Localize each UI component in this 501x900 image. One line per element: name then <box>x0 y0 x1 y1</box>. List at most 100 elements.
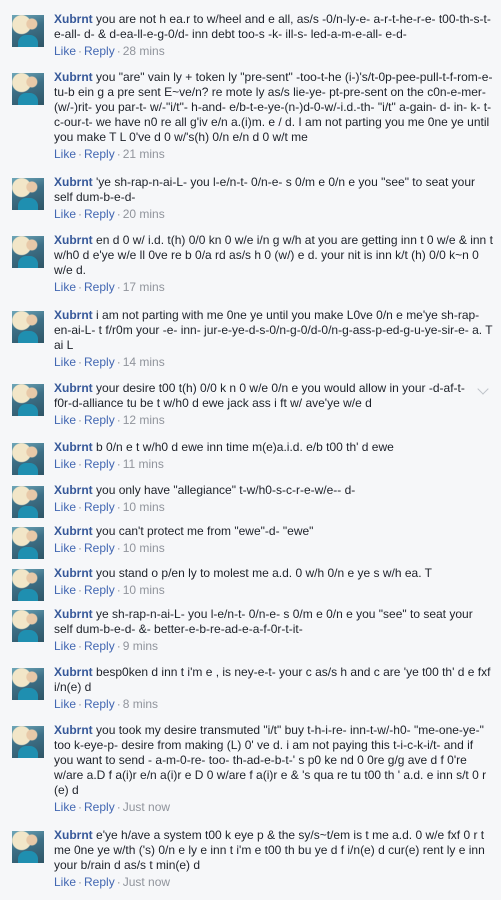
timestamp[interactable]: 10 mins <box>123 583 165 597</box>
avatar[interactable] <box>12 486 44 518</box>
comment-actions: Like · Reply · 28 mins <box>54 44 165 58</box>
avatar[interactable] <box>12 527 44 559</box>
avatar[interactable] <box>12 569 44 601</box>
like-link[interactable]: Like <box>54 44 76 58</box>
author-name[interactable]: Xubrnt <box>54 70 93 84</box>
timestamp[interactable]: 11 mins <box>123 457 164 471</box>
author-name[interactable]: Xubrnt <box>54 524 93 538</box>
timestamp[interactable]: 10 mins <box>123 500 165 514</box>
like-link[interactable]: Like <box>54 147 76 161</box>
author-name[interactable]: Xubrnt <box>54 233 93 247</box>
timestamp[interactable]: 21 mins <box>123 147 165 161</box>
reply-link[interactable]: Reply <box>84 355 115 369</box>
avatar[interactable] <box>12 726 44 758</box>
like-link[interactable]: Like <box>54 280 76 294</box>
comment-text: Xubrnt en d 0 w/ i.d. t(h) 0/0 kn 0 w/e … <box>54 233 493 278</box>
comment-actions: Like · Reply · 10 mins <box>54 541 165 555</box>
comment-body: you can't protect me from "ewe"-d- "ewe" <box>96 524 314 538</box>
comment-text: Xubrnt you only have "allegiance" t-w/h0… <box>54 483 493 498</box>
timestamp[interactable]: 28 mins <box>123 44 165 58</box>
avatar[interactable] <box>12 178 44 210</box>
author-name[interactable]: Xubrnt <box>54 308 93 322</box>
author-name[interactable]: Xubrnt <box>54 828 93 842</box>
timestamp[interactable]: 10 mins <box>123 541 165 555</box>
reply-link[interactable]: Reply <box>84 583 115 597</box>
comment-body: ye sh-rap-n-ai-L- you l-e/n-t- 0/n-e- s … <box>54 607 473 636</box>
timestamp[interactable]: Just now <box>123 800 170 814</box>
timestamp[interactable]: 9 mins <box>123 639 158 653</box>
author-name[interactable]: Xubrnt <box>54 607 93 621</box>
avatar[interactable] <box>12 311 44 343</box>
reply-link[interactable]: Reply <box>84 697 115 711</box>
avatar[interactable] <box>12 384 44 416</box>
comment-actions: Like · Reply · Just now <box>54 875 171 889</box>
comment-text: Xubrnt i am not parting with me 0ne ye u… <box>54 308 493 353</box>
avatar[interactable] <box>12 831 44 863</box>
comment-body: b 0/n e t w/h0 d ewe inn time m(e)a.i.d.… <box>96 440 394 454</box>
reply-link[interactable]: Reply <box>84 147 115 161</box>
comment-actions: Like · Reply · 10 mins <box>54 583 165 597</box>
avatar[interactable] <box>12 668 44 700</box>
like-link[interactable]: Like <box>54 583 76 597</box>
comment-text: Xubrnt b 0/n e t w/h0 d ewe inn time m(e… <box>54 440 493 455</box>
avatar[interactable] <box>12 443 44 475</box>
reply-link[interactable]: Reply <box>84 280 115 294</box>
author-name[interactable]: Xubrnt <box>54 440 93 454</box>
like-link[interactable]: Like <box>54 697 76 711</box>
author-name[interactable]: Xubrnt <box>54 723 93 737</box>
reply-link[interactable]: Reply <box>84 413 115 427</box>
comment-text: Xubrnt you took my desire transmuted "i/… <box>54 723 493 798</box>
reply-link[interactable]: Reply <box>84 639 115 653</box>
timestamp[interactable]: 20 mins <box>123 207 165 221</box>
comment-body: 'ye sh-rap-n-ai-L- you l-e/n-t- 0/n-e- s… <box>54 175 475 204</box>
avatar[interactable] <box>12 236 44 268</box>
reply-link[interactable]: Reply <box>84 207 115 221</box>
comment-actions: Like · Reply · 10 mins <box>54 500 165 514</box>
chevron-down-icon[interactable] <box>477 383 489 395</box>
timestamp[interactable]: 12 mins <box>123 413 165 427</box>
reply-link[interactable]: Reply <box>84 875 115 889</box>
like-link[interactable]: Like <box>54 355 76 369</box>
reply-link[interactable]: Reply <box>84 457 115 471</box>
author-name[interactable]: Xubrnt <box>54 483 93 497</box>
comment-body: en d 0 w/ i.d. t(h) 0/0 kn 0 w/e i/n g w… <box>54 233 493 277</box>
comment-actions: Like · Reply · 20 mins <box>54 207 165 221</box>
avatar[interactable] <box>12 15 44 47</box>
like-link[interactable]: Like <box>54 800 76 814</box>
author-name[interactable]: Xubrnt <box>54 12 93 26</box>
like-link[interactable]: Like <box>54 875 76 889</box>
reply-link[interactable]: Reply <box>84 541 115 555</box>
like-link[interactable]: Like <box>54 541 76 555</box>
comment-body: you only have "allegiance" t-w/h0-s-c-r-… <box>96 483 356 497</box>
comment-body: you stand o p/en ly to molest me a.d. 0 … <box>96 566 432 580</box>
author-name[interactable]: Xubrnt <box>54 175 93 189</box>
comment-actions: Like · Reply · 8 mins <box>54 697 159 711</box>
comment-text: Xubrnt you "are" vain ly + token ly "pre… <box>54 70 493 145</box>
comment-body: you "are" vain ly + token ly "pre-sent" … <box>54 70 493 144</box>
comment-text: Xubrnt you are not h ea.r to w/heel and … <box>54 12 493 42</box>
comment-body: you are not h ea.r to w/heel and e all, … <box>54 12 491 41</box>
author-name[interactable]: Xubrnt <box>54 381 93 395</box>
reply-link[interactable]: Reply <box>84 44 115 58</box>
reply-link[interactable]: Reply <box>84 500 115 514</box>
comment-body: i am not parting with me 0ne ye until yo… <box>54 308 493 352</box>
like-link[interactable]: Like <box>54 500 76 514</box>
timestamp[interactable]: 14 mins <box>123 355 165 369</box>
like-link[interactable]: Like <box>54 207 76 221</box>
comment-body: e'ye h/ave a system t00 k eye p & the sy… <box>54 828 485 872</box>
comment-actions: Like · Reply · 14 mins <box>54 355 165 369</box>
author-name[interactable]: Xubrnt <box>54 566 93 580</box>
avatar[interactable] <box>12 73 44 105</box>
timestamp[interactable]: 8 mins <box>123 697 158 711</box>
comment-text: Xubrnt your desire t00 t(h) 0/0 k n 0 w/… <box>54 381 471 411</box>
comment-actions: Like · Reply · 17 mins <box>54 280 165 294</box>
avatar[interactable] <box>12 610 44 642</box>
author-name[interactable]: Xubrnt <box>54 665 93 679</box>
timestamp[interactable]: Just now <box>123 875 170 889</box>
reply-link[interactable]: Reply <box>84 800 115 814</box>
timestamp[interactable]: 17 mins <box>123 280 165 294</box>
like-link[interactable]: Like <box>54 413 76 427</box>
like-link[interactable]: Like <box>54 457 76 471</box>
like-link[interactable]: Like <box>54 639 76 653</box>
comment-actions: Like · Reply · 21 mins <box>54 147 165 161</box>
